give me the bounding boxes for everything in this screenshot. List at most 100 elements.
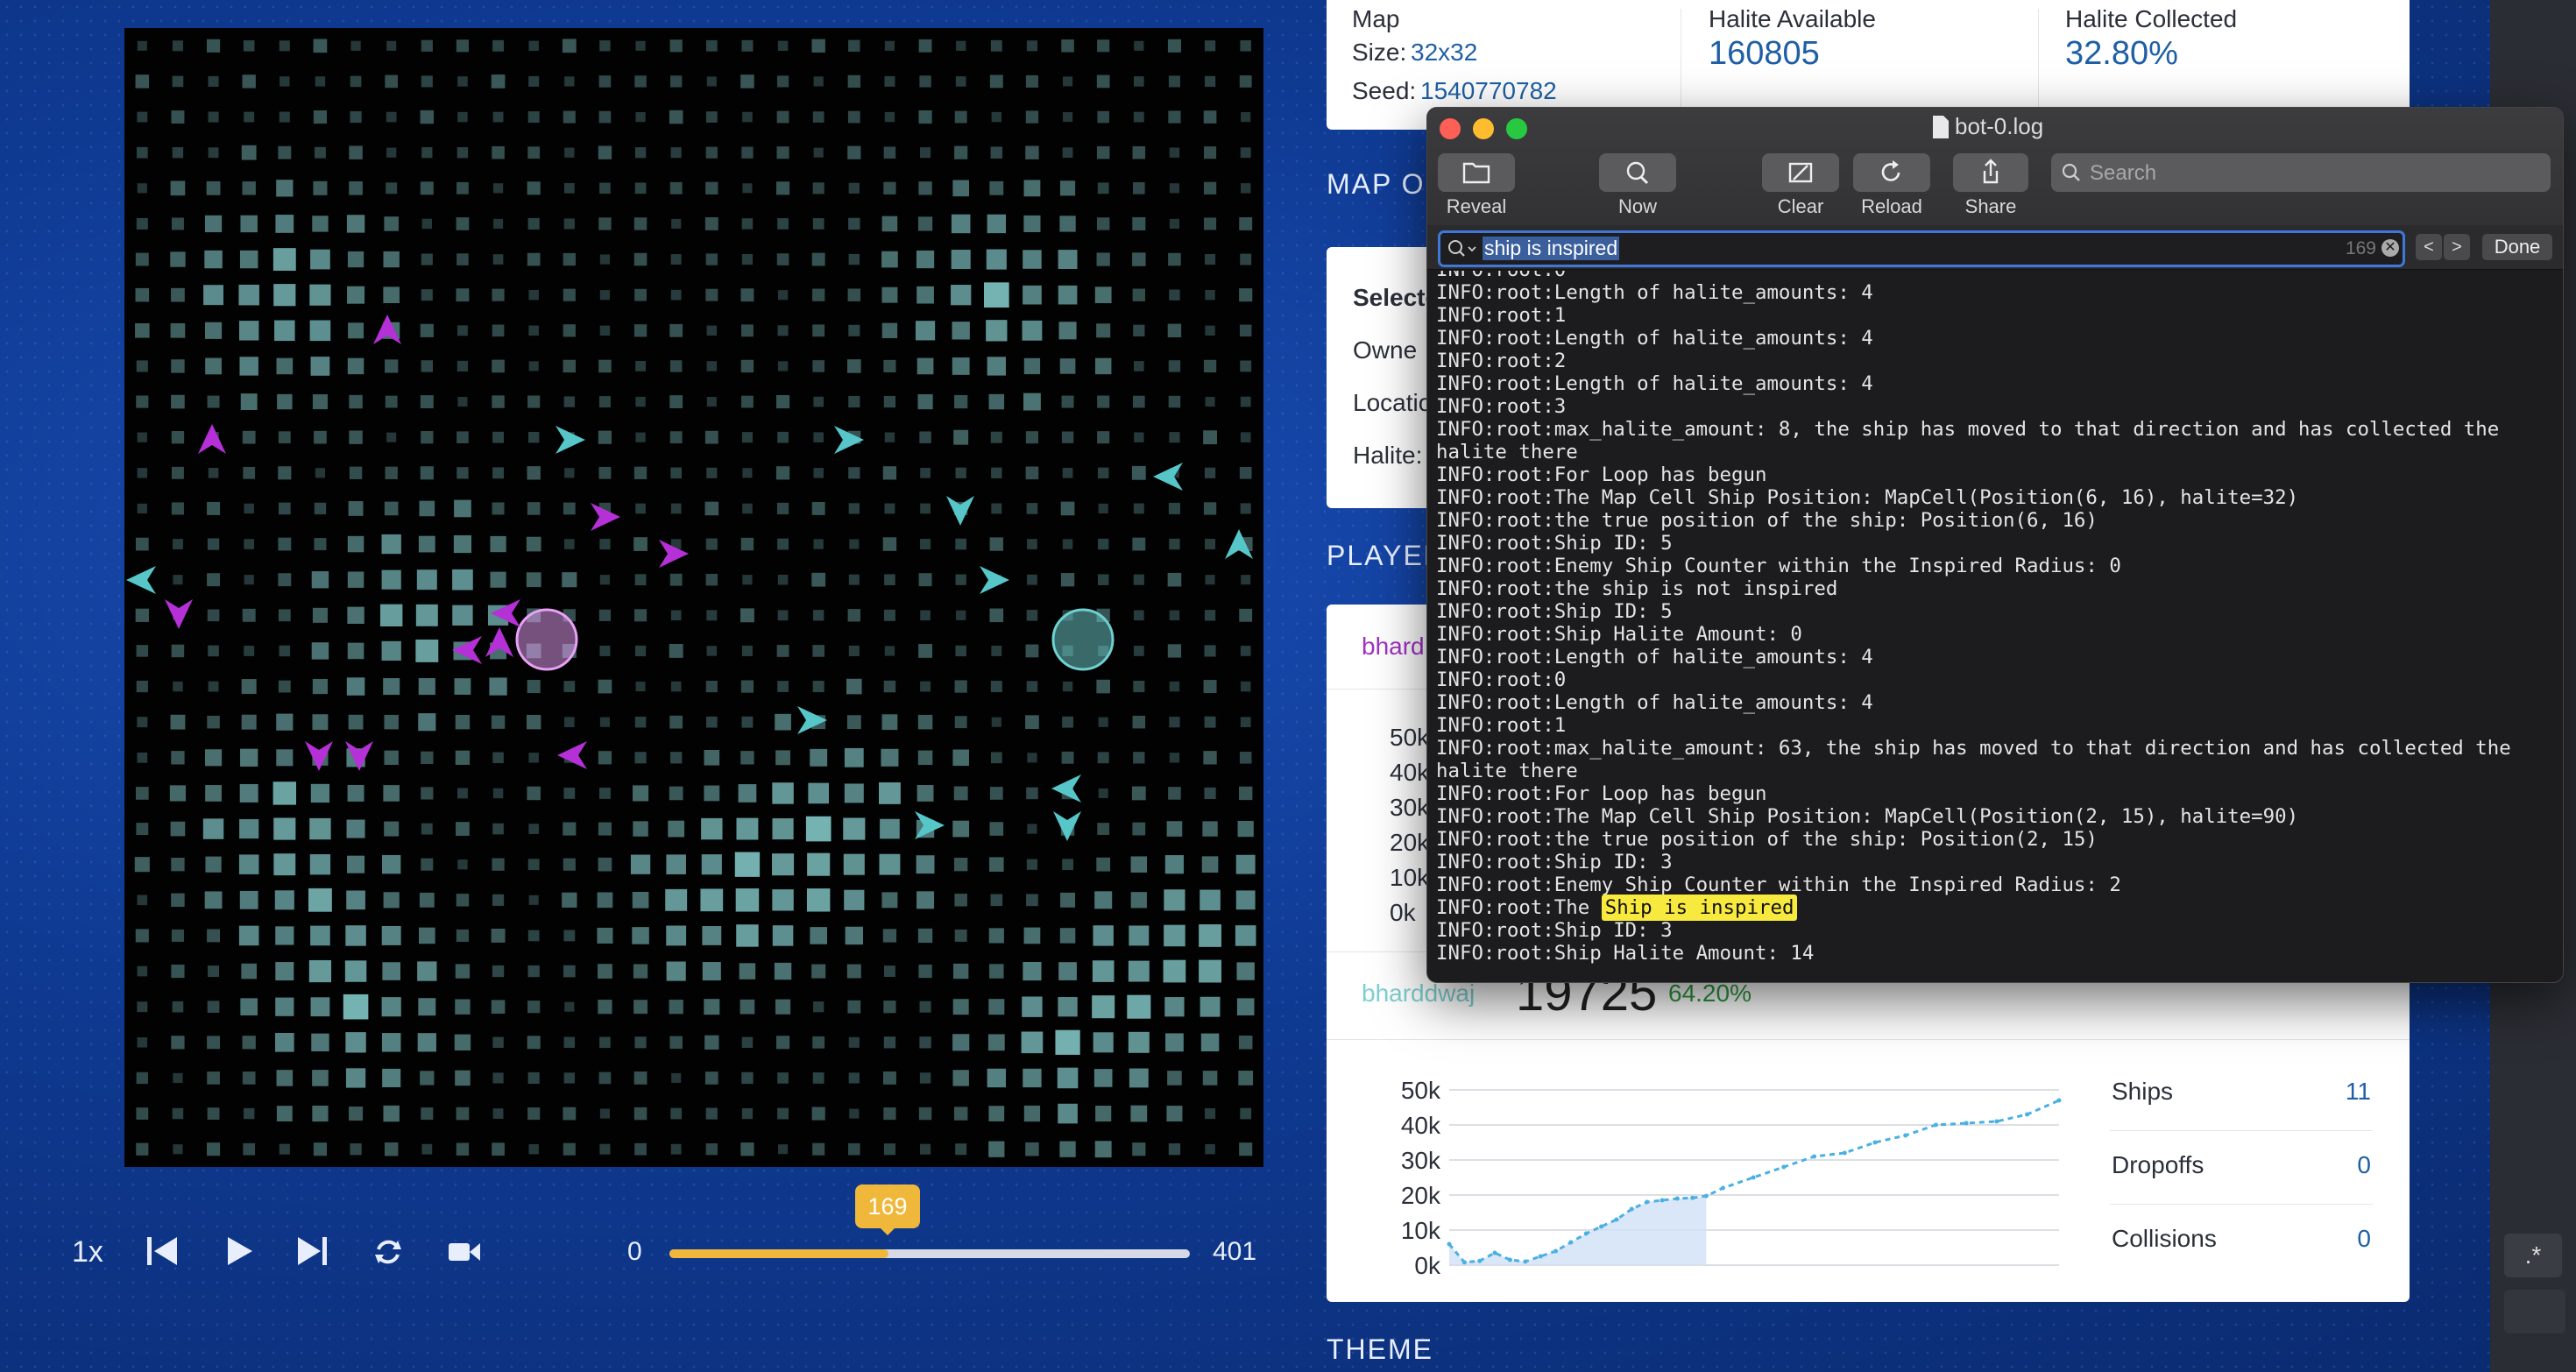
halite-cell [420, 395, 434, 409]
game-board[interactable] [124, 28, 1263, 1167]
halite-cell [170, 322, 186, 338]
halite-cell [669, 395, 683, 408]
halite-cell [1238, 1036, 1253, 1050]
halite-cell [170, 821, 186, 837]
regex-toggle[interactable]: .* [2504, 1234, 2562, 1277]
turn-slider[interactable] [669, 1249, 1190, 1258]
halite-cell [916, 286, 934, 304]
share-button[interactable] [1953, 153, 2028, 192]
halite-cell [421, 289, 433, 301]
halite-cell [278, 680, 291, 693]
halite-cell [419, 927, 435, 944]
player1-ship[interactable] [165, 599, 193, 629]
log-line: INFO:root:Ship ID: 5 [1436, 532, 1673, 555]
player2-ship[interactable] [1053, 811, 1081, 841]
halite-cell [135, 537, 149, 551]
player2-shipyard[interactable] [1051, 608, 1115, 671]
halite-cell [633, 252, 648, 266]
player2-ship[interactable] [556, 426, 585, 454]
halite-cell [848, 217, 860, 230]
log-text[interactable]: INFO:root:0INFO:root:Length of halite_am… [1436, 271, 2554, 982]
halite-cell [1205, 325, 1215, 336]
halite-cell [137, 183, 147, 194]
halite-cell [1128, 1031, 1150, 1053]
now-button[interactable] [1599, 153, 1676, 192]
halite-cell [240, 393, 258, 410]
halite-cell [1239, 324, 1252, 337]
search-placeholder: Search [2090, 161, 2157, 185]
halite-cell [242, 181, 256, 195]
halite-cell [740, 608, 754, 623]
log-window[interactable]: bot-0.log Reveal Now Clear Reload Share … [1426, 107, 2564, 983]
halite-cell [207, 1001, 220, 1014]
halite-cell [634, 716, 647, 728]
skip-forward-icon[interactable] [294, 1235, 329, 1267]
close-window-button[interactable] [1440, 118, 1461, 139]
log-line: INFO:root:Length of halite_amounts: 4 [1436, 691, 1873, 714]
player2-ship[interactable] [797, 706, 827, 734]
halite-cell [456, 146, 469, 159]
halite-cell [1205, 396, 1215, 407]
player2-ship[interactable] [980, 566, 1009, 594]
halite-cell [920, 1143, 931, 1155]
player2-ship[interactable] [834, 426, 864, 454]
halite-cell [1200, 1033, 1220, 1052]
minimize-window-button[interactable] [1473, 118, 1494, 139]
player1-ship[interactable] [198, 424, 226, 454]
halite-cell [136, 645, 149, 657]
clear-find-icon[interactable]: ✕ [2381, 239, 2399, 257]
halite-cell [741, 218, 754, 230]
halite-cell [493, 218, 504, 229]
halite-cell [811, 572, 826, 587]
speed-label[interactable]: 1x [72, 1235, 103, 1269]
halite-cell [1059, 216, 1076, 232]
halite-cell [741, 1107, 754, 1120]
done-button[interactable]: Done [2482, 234, 2552, 260]
halite-cell [1168, 787, 1181, 800]
player1-shipyard[interactable] [515, 608, 578, 671]
replay-icon[interactable] [373, 1237, 403, 1267]
play-icon[interactable] [224, 1235, 254, 1267]
halite-cell [312, 394, 328, 410]
halite-cell [1239, 608, 1253, 622]
map-label: Map [1352, 5, 1400, 32]
halite-cell [205, 785, 222, 802]
halite-cell [455, 964, 471, 979]
halite-cell [669, 110, 683, 124]
halite-cell [1128, 960, 1150, 982]
halite-cell [670, 289, 682, 301]
skip-back-icon[interactable] [145, 1235, 180, 1267]
player1-ship[interactable] [305, 741, 333, 771]
halite-cell [954, 929, 967, 942]
halite-cell [704, 216, 718, 230]
halite-cell [564, 539, 575, 549]
reload-button[interactable] [1853, 153, 1930, 192]
clear-button[interactable] [1762, 153, 1839, 192]
player2-ship[interactable] [946, 496, 974, 526]
reveal-button[interactable] [1438, 153, 1515, 192]
player1-y-tick: 0k [1390, 899, 1416, 926]
find-previous-button[interactable]: < [2416, 234, 2442, 260]
find-input[interactable]: ship is inspired 169 ✕ [1438, 230, 2405, 267]
halite-cell [812, 1142, 825, 1156]
halite-cell [492, 324, 505, 337]
zoom-window-button[interactable] [1506, 118, 1527, 139]
video-camera-icon[interactable] [447, 1239, 482, 1265]
background-button[interactable] [2504, 1290, 2565, 1333]
halite-cell [846, 359, 861, 373]
halite-cell [310, 249, 330, 270]
player1-name[interactable]: bhard [1362, 633, 1425, 661]
halite-cell [669, 39, 683, 53]
halite-cell [1200, 996, 1221, 1017]
seed-value[interactable]: 1540770782 [1420, 77, 1557, 105]
halite-cell [632, 891, 649, 909]
theme-heading: THEME [1327, 1333, 1433, 1365]
search-field[interactable]: Search [2051, 153, 2551, 192]
player2-ship[interactable] [126, 566, 156, 594]
player2-name[interactable]: bharddwaj [1362, 979, 1475, 1008]
halite-cell [990, 431, 1002, 443]
find-next-button[interactable]: > [2444, 234, 2470, 260]
halite-cell [136, 1107, 149, 1120]
player1-ship[interactable] [557, 741, 587, 769]
halite-cell [349, 394, 363, 409]
